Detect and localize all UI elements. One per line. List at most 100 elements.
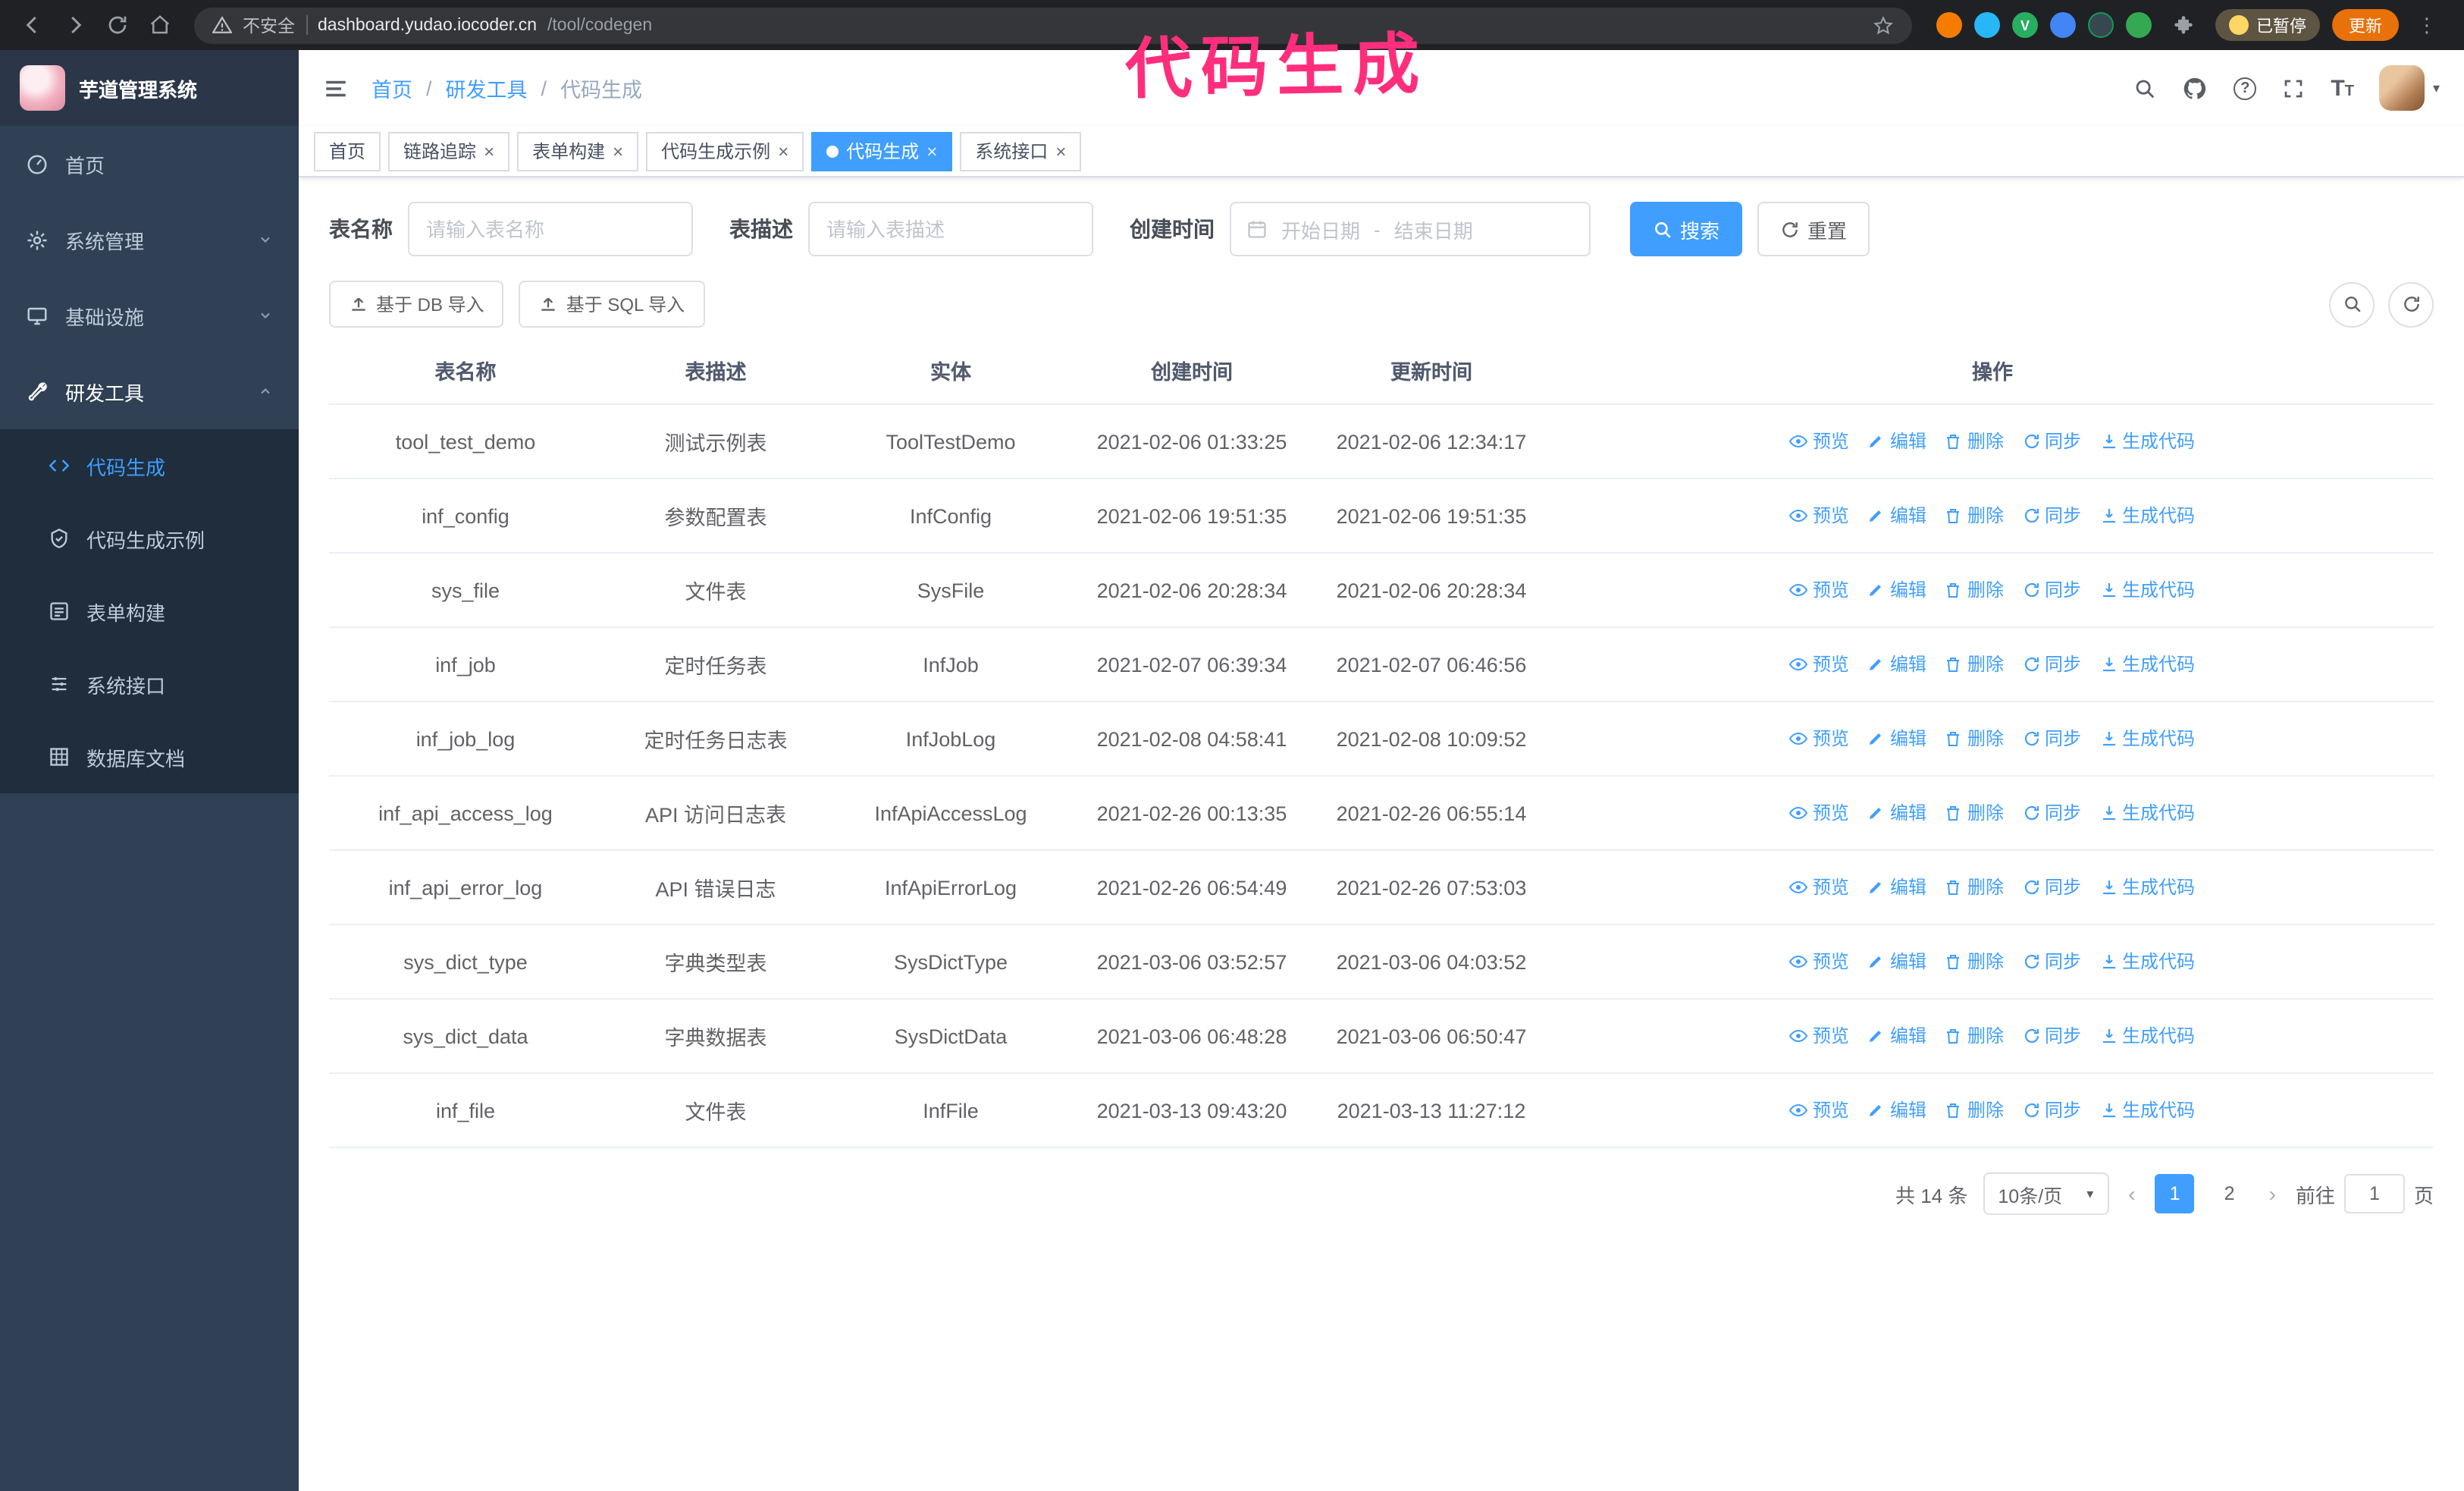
- browser-forward-button[interactable]: [55, 5, 94, 45]
- browser-update-button[interactable]: 更新: [2332, 9, 2399, 41]
- edit-link[interactable]: 编辑: [1867, 1023, 1926, 1049]
- delete-link[interactable]: 删除: [1945, 949, 2004, 975]
- fullscreen-icon[interactable]: [2282, 77, 2305, 99]
- edit-link[interactable]: 编辑: [1867, 874, 1926, 900]
- address-bar[interactable]: 不安全 dashboard.yudao.iocoder.cn/tool/code…: [194, 7, 1912, 43]
- browser-menu-icon[interactable]: ⋮: [2411, 13, 2443, 37]
- sync-link[interactable]: 同步: [2022, 874, 2081, 900]
- sync-link[interactable]: 同步: [2022, 949, 2081, 975]
- page-size-select[interactable]: 10条/页 ▾: [1983, 1172, 2109, 1215]
- next-page-button[interactable]: ›: [2265, 1182, 2281, 1206]
- preview-link[interactable]: 预览: [1789, 874, 1849, 900]
- sidebar-item-codegen[interactable]: 代码生成: [0, 429, 299, 502]
- date-range-picker[interactable]: 开始日期 - 结束日期: [1230, 202, 1591, 256]
- preview-link[interactable]: 预览: [1789, 577, 1849, 603]
- delete-link[interactable]: 删除: [1945, 726, 2004, 752]
- edit-link[interactable]: 编辑: [1867, 577, 1926, 603]
- page-button-2[interactable]: 2: [2210, 1174, 2249, 1213]
- browser-refresh-button[interactable]: [97, 5, 136, 45]
- delete-link[interactable]: 删除: [1945, 800, 2004, 826]
- preview-link[interactable]: 预览: [1789, 949, 1849, 975]
- sync-link[interactable]: 同步: [2022, 800, 2081, 826]
- generate-code-link[interactable]: 生成代码: [2099, 800, 2195, 826]
- preview-link[interactable]: 预览: [1789, 428, 1849, 454]
- preview-link[interactable]: 预览: [1789, 1023, 1849, 1049]
- extension-icon-leaf[interactable]: [2126, 12, 2152, 38]
- edit-link[interactable]: 编辑: [1867, 800, 1926, 826]
- table-desc-input[interactable]: [826, 218, 1075, 240]
- close-icon[interactable]: ×: [613, 142, 623, 160]
- tab-system-api[interactable]: 系统接口 ×: [960, 131, 1082, 171]
- user-menu[interactable]: ▾: [2379, 65, 2440, 111]
- generate-code-link[interactable]: 生成代码: [2099, 949, 2195, 975]
- sync-link[interactable]: 同步: [2022, 577, 2081, 603]
- sync-link[interactable]: 同步: [2022, 1023, 2081, 1049]
- generate-code-link[interactable]: 生成代码: [2099, 726, 2195, 752]
- sidebar-item-codegen-demo[interactable]: 代码生成示例: [0, 502, 299, 575]
- import-db-button[interactable]: 基于 DB 导入: [329, 281, 504, 328]
- delete-link[interactable]: 删除: [1945, 503, 2004, 529]
- preview-link[interactable]: 预览: [1789, 726, 1849, 752]
- close-icon[interactable]: ×: [484, 142, 494, 160]
- delete-link[interactable]: 删除: [1945, 874, 2004, 900]
- preview-link[interactable]: 预览: [1789, 651, 1849, 677]
- paused-badge[interactable]: 已暂停: [2215, 9, 2320, 41]
- bookmark-star-icon[interactable]: [1873, 14, 1894, 36]
- preview-link[interactable]: 预览: [1789, 503, 1849, 529]
- close-icon[interactable]: ×: [1055, 142, 1066, 160]
- delete-link[interactable]: 删除: [1945, 651, 2004, 677]
- reset-button[interactable]: 重置: [1757, 202, 1870, 256]
- table-name-input[interactable]: [426, 218, 675, 240]
- generate-code-link[interactable]: 生成代码: [2099, 428, 2195, 454]
- extension-icon-dark-green[interactable]: [2088, 12, 2114, 38]
- generate-code-link[interactable]: 生成代码: [2099, 874, 2195, 900]
- header-search-icon[interactable]: [2133, 77, 2156, 99]
- sidebar-logo[interactable]: 芋道管理系统: [0, 50, 299, 126]
- delete-link[interactable]: 删除: [1945, 1023, 2004, 1049]
- generate-code-link[interactable]: 生成代码: [2099, 651, 2195, 677]
- prev-page-button[interactable]: ‹: [2124, 1182, 2140, 1206]
- tab-home[interactable]: 首页: [314, 131, 381, 171]
- github-icon[interactable]: [2182, 75, 2208, 101]
- sync-link[interactable]: 同步: [2022, 1097, 2081, 1123]
- close-icon[interactable]: ×: [926, 142, 937, 160]
- extension-icon-orange[interactable]: [1936, 12, 1962, 38]
- page-button-1[interactable]: 1: [2155, 1174, 2195, 1213]
- sidebar-item-home[interactable]: 首页: [0, 126, 299, 202]
- sidebar-item-system[interactable]: 系统管理: [0, 202, 299, 278]
- edit-link[interactable]: 编辑: [1867, 726, 1926, 752]
- breadcrumb-home[interactable]: 首页: [371, 73, 412, 103]
- search-button[interactable]: 搜索: [1630, 202, 1743, 256]
- import-sql-button[interactable]: 基于 SQL 导入: [519, 281, 705, 328]
- tab-codegen-demo[interactable]: 代码生成示例 ×: [646, 131, 804, 171]
- browser-home-button[interactable]: [140, 5, 179, 45]
- extension-icon-green-v[interactable]: V: [2012, 12, 2038, 38]
- edit-link[interactable]: 编辑: [1867, 503, 1926, 529]
- extension-icon-people[interactable]: [2050, 12, 2076, 38]
- delete-link[interactable]: 删除: [1945, 1097, 2004, 1123]
- generate-code-link[interactable]: 生成代码: [2099, 1023, 2195, 1049]
- edit-link[interactable]: 编辑: [1867, 651, 1926, 677]
- sidebar-item-db-doc[interactable]: 数据库文档: [0, 720, 299, 793]
- browser-back-button[interactable]: [12, 5, 52, 45]
- generate-code-link[interactable]: 生成代码: [2099, 503, 2195, 529]
- sidebar-item-form-builder[interactable]: 表单构建: [0, 575, 299, 648]
- tab-form-builder[interactable]: 表单构建 ×: [517, 131, 639, 171]
- sync-link[interactable]: 同步: [2022, 428, 2081, 454]
- refresh-table-button[interactable]: [2388, 281, 2434, 327]
- hamburger-icon[interactable]: [323, 75, 349, 101]
- extension-icon-blue-drop[interactable]: [1974, 12, 2000, 38]
- generate-code-link[interactable]: 生成代码: [2099, 1097, 2195, 1123]
- sidebar-item-infra[interactable]: 基础设施: [0, 278, 299, 353]
- edit-link[interactable]: 编辑: [1867, 949, 1926, 975]
- tab-tracing[interactable]: 链路追踪 ×: [388, 131, 510, 171]
- sync-link[interactable]: 同步: [2022, 503, 2081, 529]
- sync-link[interactable]: 同步: [2022, 651, 2081, 677]
- delete-link[interactable]: 删除: [1945, 577, 2004, 603]
- breadcrumb-devtools[interactable]: 研发工具: [446, 73, 528, 103]
- extensions-puzzle-icon[interactable]: [2164, 5, 2203, 45]
- sidebar-item-devtools[interactable]: 研发工具: [0, 353, 299, 429]
- sync-link[interactable]: 同步: [2022, 726, 2081, 752]
- preview-link[interactable]: 预览: [1789, 1097, 1849, 1123]
- generate-code-link[interactable]: 生成代码: [2099, 577, 2195, 603]
